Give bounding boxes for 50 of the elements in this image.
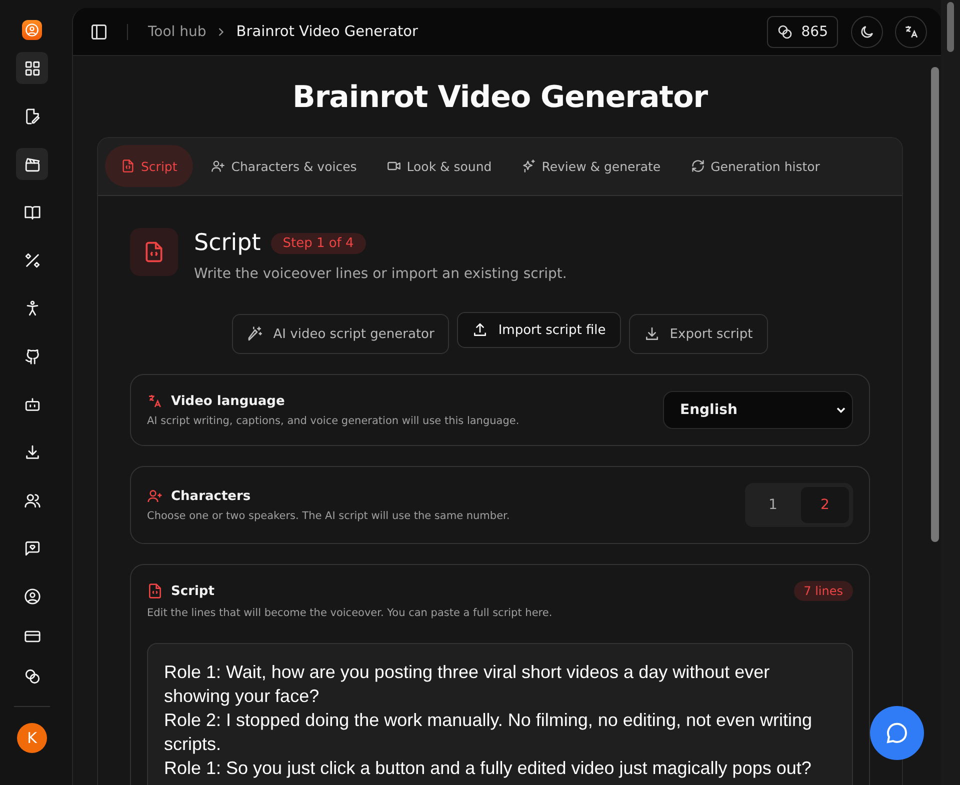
section-description: Edit the lines that will become the voiceover. You can paste a full script here.: [147, 607, 554, 619]
breadcrumb-current: Brainrot Video Generator: [236, 24, 418, 40]
language-select[interactable]: English: [663, 391, 853, 429]
page-title: Brainrot Video Generator: [291, 80, 709, 115]
credits-button[interactable]: 865: [767, 16, 838, 48]
section-title: Script: [171, 584, 214, 598]
file-code-icon: [130, 228, 178, 276]
tab[interactable]: Script: [105, 145, 194, 187]
section-description: Choose one or two speakers. The AI script will use the same number.: [147, 510, 510, 522]
file-code-icon: [121, 159, 135, 173]
tab[interactable]: Characters & voices: [199, 145, 369, 187]
grid-icon[interactable]: [16, 52, 48, 84]
sparkles-icon: [522, 159, 536, 173]
section-title: Video language: [171, 394, 285, 408]
action-button[interactable]: Import script file: [457, 312, 621, 348]
line-count-badge: 7 lines: [794, 581, 853, 601]
download-icon: [644, 326, 660, 342]
clapperboard-icon[interactable]: [16, 148, 48, 180]
breadcrumb-link[interactable]: Tool hub: [148, 24, 206, 40]
sidebar-toggle-icon[interactable]: [89, 22, 109, 42]
user-plus-icon: [147, 488, 163, 504]
translate-icon: [147, 393, 163, 409]
user-plus-icon: [211, 159, 226, 173]
step-badge: Step 1 of 4: [270, 232, 366, 254]
action-button[interactable]: Export script: [628, 314, 768, 354]
action-button[interactable]: AI video script generator: [232, 314, 450, 354]
section-description: AI script writing, captions, and voice generation will use this language.: [147, 415, 520, 427]
chat-bubble-icon: [885, 721, 909, 745]
scrollbar-thumb[interactable]: [947, 2, 954, 52]
section-title: Characters: [171, 488, 251, 504]
file-code-icon: [147, 583, 163, 599]
language-button[interactable]: [895, 16, 927, 48]
video-camera-icon: [386, 159, 401, 173]
dark-mode-toggle[interactable]: [851, 16, 883, 48]
script-input-field[interactable]: Role 1: Wait, how are you posting three viral short videos a day without ever showing your face? Role 2: I stopped doing the work manually. No filming, no editing, not even writing scripts. Role 1: So you just click a button and a fully edited video just magically pops out?: [147, 643, 853, 785]
step-title: Script: [194, 230, 261, 256]
tab[interactable]: Generation histor: [678, 145, 832, 187]
speaker-count-option[interactable]: 1: [749, 487, 797, 523]
moon-icon: [859, 24, 875, 40]
tab[interactable]: Review & generate: [510, 145, 673, 187]
step-description: Write the voiceover lines or import an existing script.: [194, 266, 567, 282]
speaker-count-option[interactable]: 2: [801, 487, 849, 523]
tab[interactable]: Look & sound: [374, 145, 504, 187]
logo-icon[interactable]: [22, 20, 42, 40]
refresh-icon: [690, 159, 705, 173]
translate-icon: [903, 24, 919, 40]
upload-icon: [472, 322, 488, 338]
coins-icon: [777, 24, 794, 40]
scrollbar-thumb[interactable]: [931, 67, 939, 542]
wand-sparkles-icon: [247, 326, 264, 342]
